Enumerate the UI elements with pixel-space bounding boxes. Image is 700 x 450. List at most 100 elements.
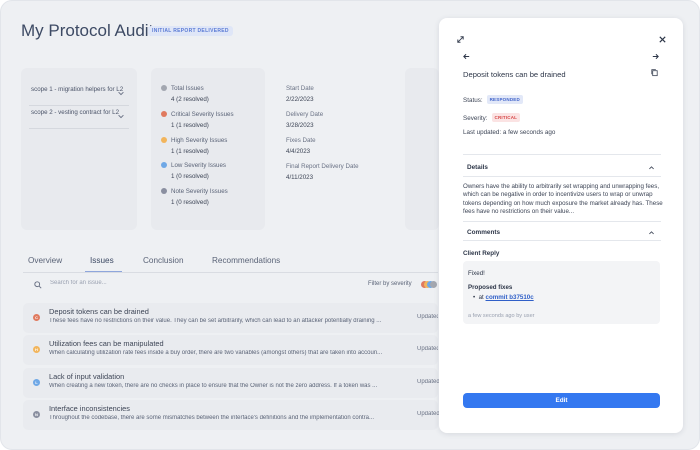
issue-description: When calculating utilization rate fees i… <box>49 350 383 356</box>
stat-value: 1 (0 resolved) <box>171 199 209 206</box>
issue-title: Deposit tokens can be drained <box>49 307 149 316</box>
arrow-left-icon[interactable] <box>462 52 471 61</box>
severity-dot <box>161 162 167 168</box>
note-severity-icon: N <box>33 411 40 418</box>
tab-issues[interactable]: Issues <box>90 256 114 265</box>
delivery-date-label: Delivery Date <box>286 111 324 118</box>
stat-label: High Severity Issues <box>171 137 228 144</box>
stat-low-issues: Low Severity Issues <box>161 162 226 169</box>
expand-icon[interactable] <box>456 35 465 44</box>
severity-dot <box>161 137 167 143</box>
severity-badge: CRITICAL <box>491 113 521 122</box>
scope-item-1[interactable]: scope 1 - migration helpers for L2 <box>31 86 127 96</box>
fixes-date-value: 4/4/2023 <box>286 148 311 155</box>
partial-card <box>405 68 439 230</box>
details-heading[interactable]: Details <box>467 164 488 171</box>
stat-total-issues: Total Issues <box>161 85 204 92</box>
high-severity-icon: H <box>33 346 40 353</box>
last-updated: Last updated: a few seconds ago <box>463 129 556 136</box>
chevron-up-icon[interactable] <box>648 164 655 171</box>
status-badge: RESPONDED <box>486 95 523 104</box>
scope-item-2[interactable]: scope 2 - vesting contract for L2 <box>31 109 127 119</box>
divider <box>463 221 661 222</box>
issue-row[interactable]: C Deposit tokens can be drained These fe… <box>23 303 438 333</box>
copy-icon[interactable] <box>650 68 659 77</box>
divider <box>463 176 661 177</box>
commit-link[interactable]: commit b37510c <box>486 294 534 301</box>
tab-recommendations[interactable]: Recommendations <box>212 256 280 265</box>
fixes-date-label: Fixes Date <box>286 137 316 144</box>
chevron-down-icon <box>118 91 124 96</box>
filter-label: Filter by severity <box>368 281 412 287</box>
issue-description: When creating a new token, there are no … <box>49 383 378 389</box>
app-window: My Protocol Audit INITIAL REPORT DELIVER… <box>0 0 700 450</box>
critical-severity-icon: C <box>33 314 40 321</box>
search-input[interactable] <box>50 280 210 286</box>
arrow-right-icon[interactable] <box>651 52 660 61</box>
stat-value: 1 (1 resolved) <box>171 122 209 129</box>
severity-dot <box>161 85 167 91</box>
divider <box>29 128 129 129</box>
issue-title: Lack of input validation <box>49 372 125 381</box>
stat-label: Critical Severity Issues <box>171 111 234 118</box>
search-icon <box>34 281 42 289</box>
comment-timestamp: a few seconds ago by user <box>468 313 535 319</box>
issue-updated: Updated <box>417 314 438 320</box>
issue-detail-panel: Deposit tokens can be drained Status: RES… <box>439 18 683 433</box>
divider <box>29 105 129 106</box>
comments-heading[interactable]: Comments <box>467 229 500 236</box>
issue-detail-title: Deposit tokens can be drained <box>463 70 566 79</box>
issue-description: Throughout the codebase, there are some … <box>49 415 374 421</box>
issue-row[interactable]: H Utilization fees can be manipulated Wh… <box>23 335 438 365</box>
stat-value: 4 (2 resolved) <box>171 96 209 103</box>
scopes-card: scope 1 - migration helpers for L2 scope… <box>21 68 137 230</box>
divider <box>463 154 661 155</box>
severity-dot <box>161 111 167 117</box>
client-reply-heading: Client Reply <box>463 250 500 257</box>
fix-prefix: at <box>478 294 484 301</box>
scope-label: scope 2 - vesting contract for L2 <box>31 109 120 116</box>
severity-filter[interactable] <box>421 281 439 288</box>
issue-updated: Updated <box>417 346 438 352</box>
tab-overview[interactable]: Overview <box>28 256 62 265</box>
stats-card: Total Issues 4 (2 resolved) Critical Sev… <box>151 68 265 230</box>
close-icon[interactable] <box>658 35 667 44</box>
dates-block: Start Date 2/22/2023 Delivery Date 3/28/… <box>286 85 406 195</box>
issue-title: Interface inconsistencies <box>49 404 130 413</box>
edit-button[interactable]: Edit <box>463 393 660 408</box>
status-badge: INITIAL REPORT DELIVERED <box>148 26 233 36</box>
stat-note-issues: Note Severity Issues <box>161 188 228 195</box>
stat-label: Total Issues <box>171 85 204 92</box>
severity-dot <box>161 188 167 194</box>
fix-list-item: • at commit b37510c <box>473 294 534 301</box>
stat-value: 1 (1 resolved) <box>171 148 209 155</box>
final-delivery-date-value: 4/11/2023 <box>286 174 314 181</box>
severity-row: Severity: CRITICAL <box>463 113 521 122</box>
divider <box>463 240 661 241</box>
chevron-up-icon[interactable] <box>648 229 655 236</box>
tab-conclusion[interactable]: Conclusion <box>143 256 184 265</box>
low-severity-icon: L <box>33 379 40 386</box>
filter-dot-note[interactable] <box>430 281 437 288</box>
comment-card: Fixed! Proposed fixes • at commit b37510… <box>463 261 660 324</box>
stat-value: 1 (0 resolved) <box>171 173 209 180</box>
issue-title: Utilization fees can be manipulated <box>49 339 164 348</box>
divider <box>23 272 438 273</box>
status-label: Status: <box>463 97 483 104</box>
stat-label: Low Severity Issues <box>171 162 227 169</box>
start-date-value: 2/22/2023 <box>286 96 314 103</box>
issue-row[interactable]: L Lack of input validation When creating… <box>23 368 445 398</box>
chevron-down-icon <box>118 114 124 119</box>
delivery-date-value: 3/28/2023 <box>286 122 314 129</box>
stat-label: Note Severity Issues <box>171 188 228 195</box>
comment-text: Fixed! <box>468 270 485 277</box>
scope-label: scope 1 - migration helpers for L2 <box>31 86 124 93</box>
issue-row[interactable]: N Interface inconsistencies Throughout t… <box>23 400 445 430</box>
severity-label: Severity: <box>463 115 488 122</box>
details-text: Owners have the ability to arbitrarily s… <box>463 183 663 215</box>
stat-critical-issues: Critical Severity Issues <box>161 111 234 118</box>
issue-description: These fees have no restrictions on their… <box>49 318 382 324</box>
status-row: Status: RESPONDED <box>463 95 523 104</box>
proposed-fixes-heading: Proposed fixes <box>468 284 513 291</box>
start-date-label: Start Date <box>286 85 314 92</box>
